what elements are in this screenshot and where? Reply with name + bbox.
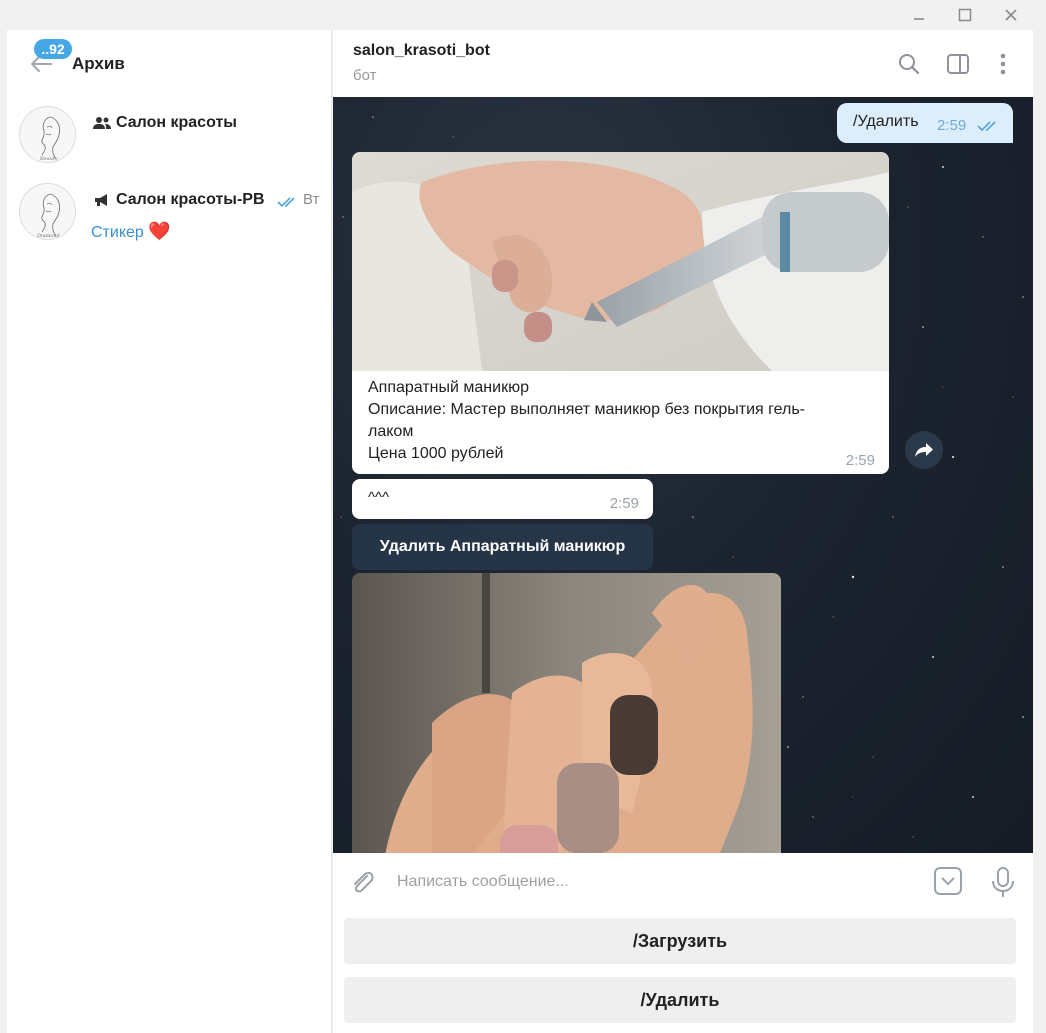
chat-name: Салон красоты <box>116 114 237 131</box>
paperclip-icon[interactable] <box>347 867 377 897</box>
chat-date: Вт <box>303 191 320 208</box>
chat-name: Салон красоты-РВ <box>116 191 265 208</box>
message-caption: Аппаратный маникюр Описание: Мастер выпо… <box>368 377 848 465</box>
group-icon <box>93 116 111 130</box>
outgoing-message[interactable]: /Удалить 2:59 <box>837 103 1013 143</box>
window-edge-right <box>1033 30 1046 1033</box>
message-time: 2:59 <box>609 495 639 512</box>
message-area[interactable]: /Удалить 2:59 Аппаратный маникюр Описани… <box>333 97 1033 853</box>
search-icon[interactable] <box>896 51 922 77</box>
unread-count-badge: ..92 <box>34 39 72 59</box>
double-check-icon <box>977 119 1001 133</box>
message-input[interactable] <box>397 867 917 897</box>
maximize-icon[interactable] <box>942 0 988 30</box>
bot-reply-keyboard: /Загрузить /Удалить <box>333 913 1033 1033</box>
sidebar-toggle-icon[interactable] <box>945 51 971 77</box>
channel-megaphone-icon <box>93 193 111 207</box>
chat-title[interactable]: salon_krasoti_bot <box>353 42 490 60</box>
svg-text:Diamond: Diamond <box>37 233 61 239</box>
caption-line: лаком <box>368 423 414 440</box>
more-vertical-icon[interactable] <box>990 51 1016 77</box>
caption-line: Аппаратный маникюр <box>368 379 529 396</box>
minimize-icon[interactable] <box>896 0 942 30</box>
message-composer <box>333 853 1033 913</box>
sidebar-title: Архив <box>72 54 125 73</box>
message-time: 2:59 <box>845 452 875 469</box>
chat-list-item[interactable]: Beauty Салон красоты <box>7 106 332 184</box>
archive-sidebar: ..92 Архив Beauty Салон красоты Diamond … <box>7 30 332 1033</box>
share-forward-button[interactable] <box>905 431 943 469</box>
sidebar-header: ..92 Архив <box>7 30 332 96</box>
message-text: /Удалить <box>853 113 919 130</box>
message-text: ^^^ <box>368 489 390 506</box>
preview-text: Стикер <box>91 224 144 241</box>
chat-list-item[interactable]: Diamond Салон красоты-РВ Вт Стикер ❤️ <box>7 183 332 261</box>
microphone-icon[interactable] <box>990 866 1016 898</box>
window-titlebar <box>0 0 1046 30</box>
heart-emoji-icon: ❤️ <box>148 221 171 241</box>
message-time: 2:59 <box>937 117 967 134</box>
caption-line: Описание: Мастер выполняет маникюр без п… <box>368 401 806 418</box>
chat-preview: Стикер ❤️ <box>91 221 171 242</box>
chat-panel: salon_krasoti_bot бот /Удалить 2:59 Аппа… <box>333 30 1033 1033</box>
close-icon[interactable] <box>988 0 1034 30</box>
incoming-message[interactable]: ^^^ 2:59 <box>352 479 653 519</box>
nail-photo-message[interactable] <box>352 573 781 853</box>
reply-button-delete[interactable]: /Удалить <box>344 977 1016 1023</box>
chat-header: salon_krasoti_bot бот <box>333 30 1033 97</box>
avatar: Beauty <box>19 106 76 163</box>
window-edge-left <box>0 30 7 1033</box>
caption-line: Цена 1000 рублей <box>368 445 504 462</box>
avatar: Diamond <box>19 183 76 240</box>
reply-button-upload[interactable]: /Загрузить <box>344 918 1016 964</box>
double-check-icon <box>277 195 299 208</box>
chat-subtitle: бот <box>353 67 377 84</box>
service-card-message[interactable]: Аппаратный маникюр Описание: Мастер выпо… <box>352 152 889 474</box>
manicure-photo[interactable] <box>352 152 889 371</box>
keyboard-toggle-icon[interactable] <box>933 866 963 896</box>
forward-arrow-icon <box>915 443 933 457</box>
inline-delete-button[interactable]: Удалить Аппаратный маникюр <box>352 524 653 570</box>
svg-text:Beauty: Beauty <box>40 156 58 162</box>
